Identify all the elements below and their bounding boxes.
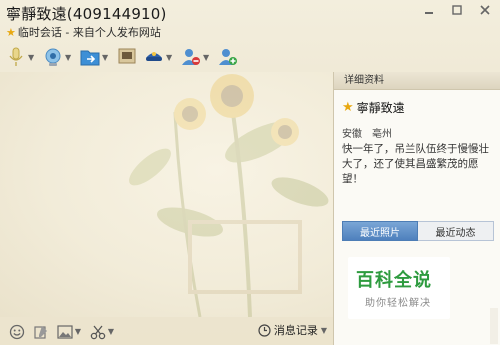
window-title: 寧靜致遠(409144910) [6,5,167,23]
remote-desktop-button[interactable] [117,47,137,67]
microphone-icon [6,47,26,67]
chevron-down-icon[interactable]: ▼ [75,327,81,336]
history-label: 消息记录 [273,324,318,337]
profile-name-text: 寧靜致遠 [356,101,405,115]
chevron-down-icon[interactable]: ▼ [321,326,327,335]
profile-panel: 详细资料 ★ 寧靜致遠 安徽 亳州 快一年了，吊兰队伍终于慢慢壮大了，还了使其昌… [334,72,500,345]
tab-recent-activity[interactable]: 最近动态 [418,221,494,241]
send-file-button[interactable]: ▼ [80,47,110,67]
send-file-icon [80,47,100,67]
minimize-icon[interactable] [420,2,438,18]
emoticon-icon[interactable] [8,323,26,341]
app-share-button[interactable]: ▼ [144,47,174,67]
sunflower-background-illustration [129,74,329,317]
message-history-button[interactable]: 消息记录 ▼ [258,322,327,338]
watermark-logo: 百科全说 助你轻松解决 [348,257,450,319]
chevron-down-icon[interactable]: ▼ [65,53,73,62]
webcam-icon [43,47,63,67]
block-user-icon [181,47,201,67]
title-bar: 寧靜致遠(409144910) ★ 临时会话 - 来自个人发布网站 [0,0,500,44]
chevron-down-icon[interactable]: ▼ [166,53,174,62]
chat-toolbar: ▼ ▼ ▼ ▼ ▼ [6,44,238,70]
panel-header: 详细资料 [334,72,500,90]
screenshot-icon[interactable]: ▼ [88,323,116,341]
watermark-title: 百科全说 [356,270,432,291]
session-subtitle-text: 临时会话 - 来自个人发布网站 [17,26,161,39]
profile-city: 亳州 [372,129,392,140]
profile-name: ★ 寧靜致遠 [342,99,405,116]
clock-icon [258,323,271,337]
input-toolbar: ▼ ▼ 消息记录 ▼ [0,318,333,345]
window-controls [420,2,494,18]
picture-icon[interactable]: ▼ [56,323,82,341]
panel-tabs: 最近照片 最近动态 [342,221,494,241]
chevron-down-icon[interactable]: ▼ [203,53,211,62]
chevron-down-icon[interactable]: ▼ [102,53,110,62]
profile-province: 安徽 [342,129,362,140]
profile-location: 安徽 亳州 [342,125,392,140]
video-call-button[interactable]: ▼ [43,47,73,67]
chevron-down-icon[interactable]: ▼ [108,327,114,336]
star-icon: ★ [6,26,16,39]
voice-call-button[interactable]: ▼ [6,47,36,67]
tab-recent-photos[interactable]: 最近照片 [342,221,418,241]
star-icon: ★ [342,100,354,115]
profile-signature: 快一年了，吊兰队伍终于慢慢壮大了，还了使其昌盛繁茂的愿望！ [342,143,489,185]
close-icon[interactable] [476,2,494,18]
font-icon[interactable] [32,323,50,341]
session-subtitle: ★ 临时会话 - 来自个人发布网站 [6,24,161,40]
add-friend-icon [218,47,238,67]
message-area[interactable] [0,72,333,317]
scrollbar[interactable] [490,308,498,344]
chevron-down-icon[interactable]: ▼ [28,53,36,62]
remote-desktop-icon [117,47,137,67]
add-friend-button[interactable] [218,47,238,67]
block-user-button[interactable]: ▼ [181,47,211,67]
app-share-icon [144,47,164,67]
chat-window: 寧靜致遠(409144910) ★ 临时会话 - 来自个人发布网站 ▼ ▼ ▼ … [0,0,500,345]
watermark-subtitle: 助你轻松解决 [365,298,431,309]
maximize-icon[interactable] [448,2,466,18]
